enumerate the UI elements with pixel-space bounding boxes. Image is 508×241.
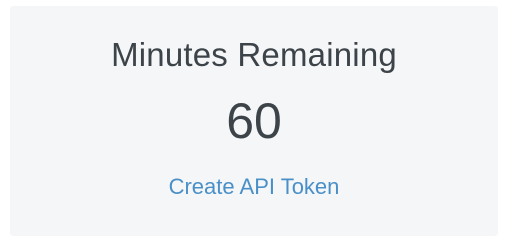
- create-api-token-link[interactable]: Create API Token: [10, 174, 498, 200]
- minutes-remaining-value: 60: [226, 93, 282, 149]
- minutes-remaining-card: Minutes Remaining 60 Create API Token: [10, 6, 498, 236]
- card-title: Minutes Remaining: [111, 36, 397, 73]
